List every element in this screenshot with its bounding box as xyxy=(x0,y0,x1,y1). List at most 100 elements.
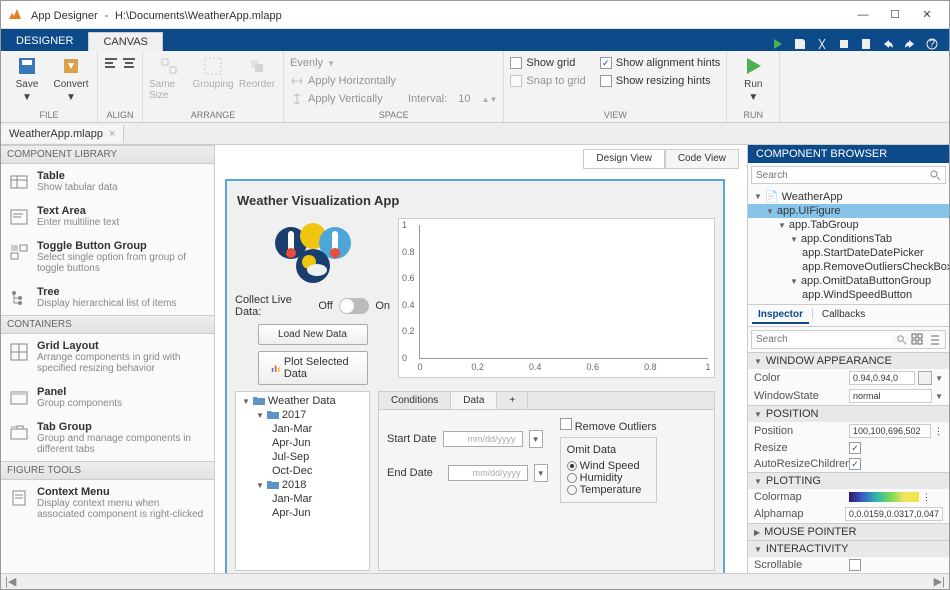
bt-weatherapp[interactable]: ▼ 📄 WeatherApp xyxy=(748,189,949,204)
comp-panel[interactable]: PanelGroup components xyxy=(1,380,214,415)
remove-outliers-check[interactable]: Remove Outliers xyxy=(560,418,657,433)
show-grid-check[interactable]: Show grid xyxy=(510,55,585,71)
weather-tree[interactable]: ▼Weather Data ▼2017 Jan-MarApr-JunJul-Se… xyxy=(235,391,370,571)
help-icon[interactable]: ? xyxy=(925,37,939,51)
comp-toggle[interactable]: Toggle Button GroupSelect single option … xyxy=(1,234,214,280)
start-date-field[interactable]: mm/dd/yyyy xyxy=(443,431,523,447)
inspector-tab[interactable]: Inspector xyxy=(752,307,809,324)
browser-search[interactable] xyxy=(751,166,946,184)
omit-data-group: Omit Data Wind Speed Humidity Temperatur… xyxy=(560,437,657,503)
bt-omitgroup[interactable]: ▼ app.OmitDataButtonGroup xyxy=(748,274,949,288)
end-date-label: End Date xyxy=(387,467,433,479)
paste-icon[interactable] xyxy=(859,37,873,51)
collect-data-toggle[interactable]: Collect Live Data:OffOn xyxy=(235,294,390,318)
autoresize-check[interactable] xyxy=(849,458,861,470)
color-swatch[interactable] xyxy=(918,371,932,385)
copy-icon[interactable] xyxy=(837,37,851,51)
quick-access: ? xyxy=(761,37,949,51)
tab-designer[interactable]: DESIGNER xyxy=(1,31,88,51)
component-browser: COMPONENT BROWSER ▼ 📄 WeatherApp ▼ app.U… xyxy=(747,145,949,573)
save-button[interactable]: Save▼ xyxy=(7,55,47,103)
bt-uifigure[interactable]: ▼ app.UIFigure xyxy=(748,204,949,218)
browser-title: COMPONENT BROWSER xyxy=(748,145,949,163)
main-tabstrip: DESIGNER CANVAS ? xyxy=(1,29,949,51)
search-icon xyxy=(896,334,907,345)
space-evenly: Evenly ▼ xyxy=(290,55,396,71)
bt-conditionstab[interactable]: ▼ app.ConditionsTab xyxy=(748,232,949,246)
end-date-picker[interactable]: ▼ xyxy=(534,464,548,482)
comp-table[interactable]: TableShow tabular data xyxy=(1,164,214,199)
color-field[interactable]: 0.94,0.94,0 xyxy=(849,371,915,385)
data-tab[interactable]: Data xyxy=(451,392,497,409)
snap-grid-check[interactable]: Snap to grid xyxy=(510,73,585,89)
comp-tabgroup[interactable]: Tab GroupGroup and manage components in … xyxy=(1,415,214,461)
run-icon[interactable] xyxy=(771,37,785,51)
add-tab[interactable]: + xyxy=(497,392,528,409)
comp-grid[interactable]: Grid LayoutArrange components in grid wi… xyxy=(1,334,214,380)
scrollable-check[interactable] xyxy=(849,559,861,571)
interval: Interval: 10 ▲▼ xyxy=(408,91,497,107)
load-data-button[interactable]: Load New Data xyxy=(258,324,368,345)
tab-group[interactable]: Conditions Data + Start Datemm/dd/yyyy▼ … xyxy=(378,391,715,571)
comp-tree[interactable]: TreeDisplay hierarchical list of items xyxy=(1,280,214,315)
component-library: COMPONENT LIBRARY TableShow tabular data… xyxy=(1,145,215,573)
show-align-check[interactable]: Show alignment hints xyxy=(600,55,721,71)
close-button[interactable]: ✕ xyxy=(911,4,943,26)
bt-startdate[interactable]: app.StartDateDatePicker xyxy=(748,246,949,260)
axes[interactable]: 10.80.60.40.20 00.20.40.60.81 xyxy=(398,218,715,378)
sec-mouse[interactable]: ▶MOUSE POINTER xyxy=(748,523,949,540)
plot-data-button[interactable]: Plot Selected Data xyxy=(258,351,368,385)
uifigure[interactable]: Weather Visualization App Collect Live D… xyxy=(225,179,725,573)
sec-position[interactable]: ▼POSITION xyxy=(748,405,949,422)
bt-removeoutliers[interactable]: app.RemoveOutliersCheckBox xyxy=(748,260,949,274)
bt-windspeed[interactable]: app.WindSpeedButton xyxy=(748,288,949,302)
canvas-area[interactable]: Weather Visualization App Collect Live D… xyxy=(215,169,747,573)
code-view-tab[interactable]: Code View xyxy=(665,149,739,169)
scroll-right-icon[interactable]: ▶| xyxy=(934,575,945,588)
maximize-button[interactable]: ☐ xyxy=(879,4,911,26)
doc-tab[interactable]: WeatherApp.mlapp× xyxy=(1,125,124,143)
space-vert: Apply Vertically xyxy=(290,91,396,107)
app-title-label: Weather Visualization App xyxy=(235,189,715,212)
comp-textarea[interactable]: Text AreaEnter multiline text xyxy=(1,199,214,234)
containers-header: CONTAINERS xyxy=(1,315,214,334)
wind-speed-radio[interactable]: Wind Speed xyxy=(567,460,650,472)
alphamap-field[interactable]: 0,0.0159,0.0317,0.047 xyxy=(845,507,943,521)
design-view-tab[interactable]: Design View xyxy=(583,149,664,169)
scroll-left-icon[interactable]: |◀ xyxy=(5,575,16,588)
callbacks-tab[interactable]: Callbacks xyxy=(816,307,871,324)
sec-interactivity[interactable]: ▼INTERACTIVITY xyxy=(748,540,949,557)
save-icon[interactable] xyxy=(793,37,807,51)
convert-button[interactable]: Convert▼ xyxy=(51,55,91,103)
show-resize-check[interactable]: Show resizing hints xyxy=(600,73,721,89)
start-date-label: Start Date xyxy=(387,433,437,445)
start-date-picker[interactable]: ▼ xyxy=(529,430,543,448)
tab-canvas[interactable]: CANVAS xyxy=(88,32,162,51)
temperature-radio[interactable]: Temperature xyxy=(567,484,650,496)
colormap-swatch[interactable] xyxy=(849,492,919,502)
cut-icon[interactable] xyxy=(815,37,829,51)
space-horiz: Apply Horizontally xyxy=(290,73,396,89)
sec-window[interactable]: ▼WINDOW APPEARANCE xyxy=(748,352,949,369)
windowstate-field[interactable]: normal xyxy=(849,389,932,403)
list-view-icon[interactable] xyxy=(928,333,941,346)
run-button[interactable]: Run▼ xyxy=(733,55,773,103)
statusbar: |◀ ▶| xyxy=(1,573,949,589)
inspector-search[interactable] xyxy=(751,330,946,349)
bt-tabgroup[interactable]: ▼ app.TabGroup xyxy=(748,218,949,232)
grid-view-icon[interactable] xyxy=(911,333,924,346)
grouping-button: Grouping xyxy=(193,55,233,90)
comp-context[interactable]: Context MenuDisplay context menu when as… xyxy=(1,480,214,526)
position-field[interactable]: 100,100,696,502 xyxy=(849,424,931,438)
end-date-field[interactable]: mm/dd/yyyy xyxy=(448,465,528,481)
close-icon[interactable]: × xyxy=(109,128,115,140)
sec-plotting[interactable]: ▼PLOTTING xyxy=(748,472,949,489)
reorder-button: Reorder xyxy=(237,55,277,90)
humidity-radio[interactable]: Humidity xyxy=(567,472,650,484)
conditions-tab[interactable]: Conditions xyxy=(379,392,451,409)
document-tabs: WeatherApp.mlapp× xyxy=(1,123,949,145)
minimize-button[interactable]: — xyxy=(847,4,879,26)
resize-check[interactable] xyxy=(849,442,861,454)
redo-icon[interactable] xyxy=(903,37,917,51)
undo-icon[interactable] xyxy=(881,37,895,51)
